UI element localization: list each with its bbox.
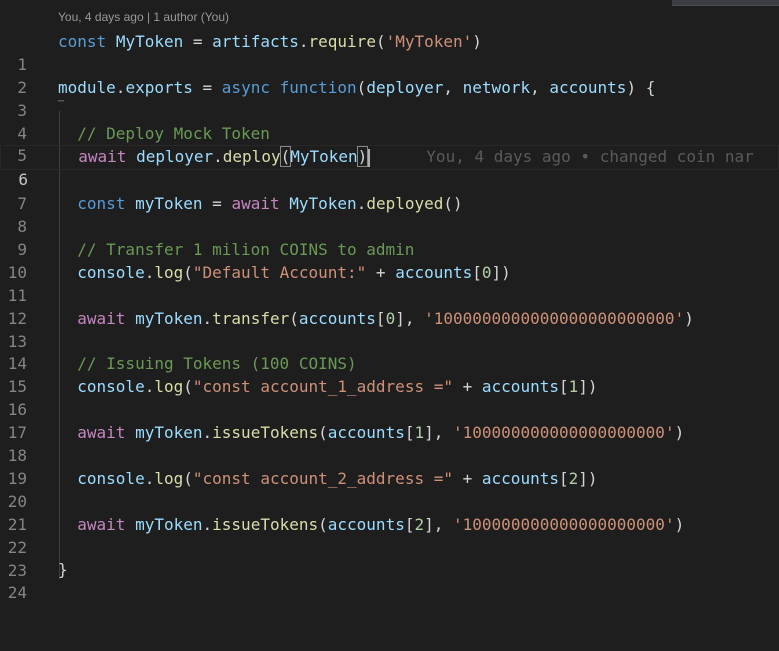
code-text[interactable]: } [58, 559, 68, 582]
code-line-18[interactable]: 18 await myToken.issueTokens(accounts[1]… [0, 422, 779, 465]
code-text[interactable]: console.log("Default Account:" + account… [58, 262, 511, 285]
code-line-22[interactable]: 22 await myToken.issueTokens(accounts[2]… [0, 514, 779, 557]
code-line-6-active[interactable]: 6 await deployer.deploy(MyToken) You, 4 d… [0, 145, 779, 189]
code-text[interactable]: // Transfer 1 milion COINS to admin [58, 239, 414, 262]
code-line-9[interactable]: 9 [0, 216, 779, 259]
text-cursor [368, 148, 371, 167]
code-text[interactable]: await deployer.deploy(MyToken) You, 4 day… [59, 146, 754, 169]
code-line-14[interactable]: 14 [0, 331, 779, 373]
code-line-23[interactable]: 23 [0, 537, 779, 580]
code-line-16[interactable]: 16 console.log("const account_1_address … [0, 376, 779, 419]
code-line-5[interactable]: 5 // Deploy Mock Token [0, 123, 779, 166]
minimap-slider[interactable] [672, 0, 779, 6]
code-text[interactable]: await myToken.issueTokens(accounts[1], '… [58, 422, 684, 445]
code-line-12[interactable]: 12 [0, 285, 779, 328]
code-line-19[interactable]: 19 [0, 445, 779, 488]
bracket-match-close: ) [356, 146, 369, 168]
code-text[interactable]: console.log("const account_2_address =" … [58, 468, 597, 491]
code-text[interactable]: await myToken.transfer(accounts[0], '100… [58, 308, 694, 331]
inline-blame: You, 4 days ago • changed coin nar [426, 147, 754, 167]
code-line-8[interactable]: 8 const myToken = await MyToken.deployed… [0, 193, 779, 236]
code-text[interactable]: const MyToken = artifacts.require('MyTok… [58, 31, 482, 54]
code-line-15[interactable]: 15 // Issuing Tokens (100 COINS) [0, 353, 779, 396]
code-line-24[interactable]: 24 } [0, 559, 779, 602]
code-text[interactable]: module.exports = async function(deployer… [58, 77, 655, 100]
code-line-17[interactable]: 17 [0, 399, 779, 442]
codelens-blame[interactable]: You, 4 days ago | 1 author (You) [58, 10, 229, 28]
code-line-3[interactable]: 3 module.exports = async function(deploy… [0, 77, 779, 120]
code-line-1[interactable]: 1 const MyToken = artifacts.require('MyT… [0, 31, 779, 74]
code-line-10[interactable]: 10 // Transfer 1 milion COINS to admin [0, 239, 779, 282]
line-number: 24 [7, 583, 27, 603]
code-line-2[interactable]: 2 [0, 54, 779, 97]
code-line-7[interactable]: 7 [0, 170, 779, 213]
code-editor[interactable]: 1 const MyToken = artifacts.require('MyT… [0, 31, 779, 602]
code-line-13[interactable]: 13 await myToken.transfer(accounts[0], '… [0, 308, 779, 351]
code-text[interactable]: const myToken = await MyToken.deployed() [58, 193, 462, 216]
code-line-11[interactable]: 11 console.log("Default Account:" + acco… [0, 262, 779, 305]
code-text[interactable]: console.log("const account_1_address =" … [58, 376, 597, 399]
code-text[interactable]: // Deploy Mock Token [58, 123, 270, 146]
code-text[interactable]: // Issuing Tokens (100 COINS) [58, 353, 356, 376]
code-line-4[interactable]: 4 [0, 100, 779, 143]
code-line-21[interactable]: 21 [0, 491, 779, 534]
code-text[interactable]: await myToken.issueTokens(accounts[2], '… [58, 514, 684, 537]
bracket-match-open: ( [279, 146, 292, 168]
code-line-20[interactable]: 20 console.log("const account_2_address … [0, 468, 779, 511]
